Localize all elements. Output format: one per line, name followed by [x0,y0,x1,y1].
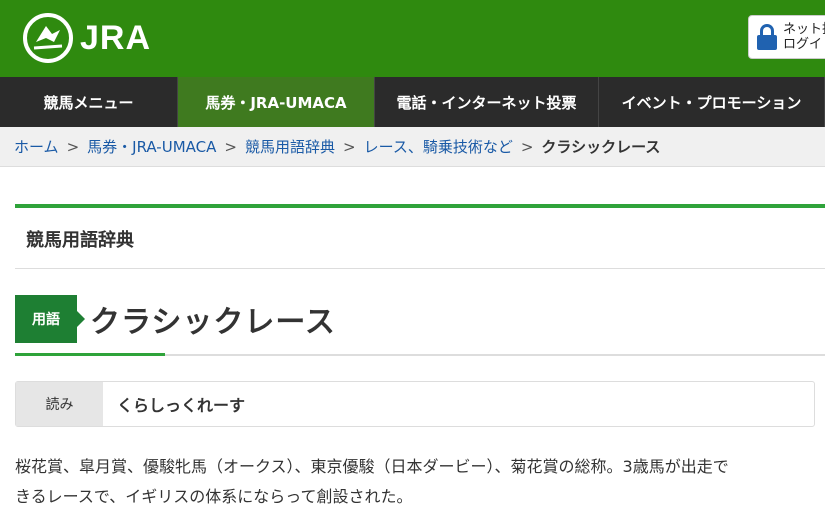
breadcrumb-home[interactable]: ホーム [14,136,59,157]
breadcrumb: ホーム > 馬券・JRA-UMACA > 競馬用語辞典 > レース、騎乗技術など… [0,127,825,167]
breadcrumb-dictionary[interactable]: 競馬用語辞典 [245,136,335,157]
reading-label: 読み [16,382,103,426]
lock-icon [757,24,777,50]
section-accent-rule [15,204,825,208]
description-line: 桜花賞、皐月賞、優駿牝馬（オークス）、東京優駿（日本ダービー）、菊花賞の総称。3… [15,457,729,476]
breadcrumb-category[interactable]: レース、騎乗技術など [364,136,513,157]
section-title: 競馬用語辞典 [26,230,134,251]
global-nav: 競馬メニュー 馬券・JRA-UMACA 電話・インターネット投票 イベント・プロ… [0,77,825,127]
gnav-keiba-menu[interactable]: 競馬メニュー [0,77,178,127]
reading-box: 読み くらしっくれーす [15,381,815,427]
gnav-event-promotion[interactable]: イベント・プロモーション [599,77,825,127]
reading-value: くらしっくれーす [117,396,246,415]
section-divider [15,268,825,269]
breadcrumb-baken[interactable]: 馬券・JRA-UMACA [87,136,216,157]
jra-emblem-icon [23,13,73,63]
term-description: 桜花賞、皐月賞、優駿牝馬（オークス）、東京優駿（日本ダービー）、菊花賞の総称。3… [15,452,820,512]
site-header: JRA ネット投 ログイ [0,0,825,77]
term-badge: 用語 [15,295,85,343]
logo-text: JRA [80,19,152,57]
page-title: クラシックレース [90,305,336,340]
login-label-line1: ネット投 [783,22,825,37]
breadcrumb-current: クラシックレース [541,138,661,156]
gnav-phone-internet-vote[interactable]: 電話・インターネット投票 [375,77,599,127]
net-vote-login-button[interactable]: ネット投 ログイ [748,15,825,59]
gnav-baken-umaca[interactable]: 馬券・JRA-UMACA [178,77,375,127]
title-underline-accent [15,353,165,356]
breadcrumb-separator: > [520,137,534,156]
breadcrumb-separator: > [224,137,237,156]
breadcrumb-separator: > [66,137,80,156]
breadcrumb-separator: > [342,137,356,156]
login-label-line2: ログイ [783,37,823,52]
description-line: きるレースで、イギリスの体系にならって創設された。 [15,487,413,506]
jra-logo[interactable]: JRA [22,12,151,64]
login-button-label: ネット投 ログイ [783,22,825,52]
